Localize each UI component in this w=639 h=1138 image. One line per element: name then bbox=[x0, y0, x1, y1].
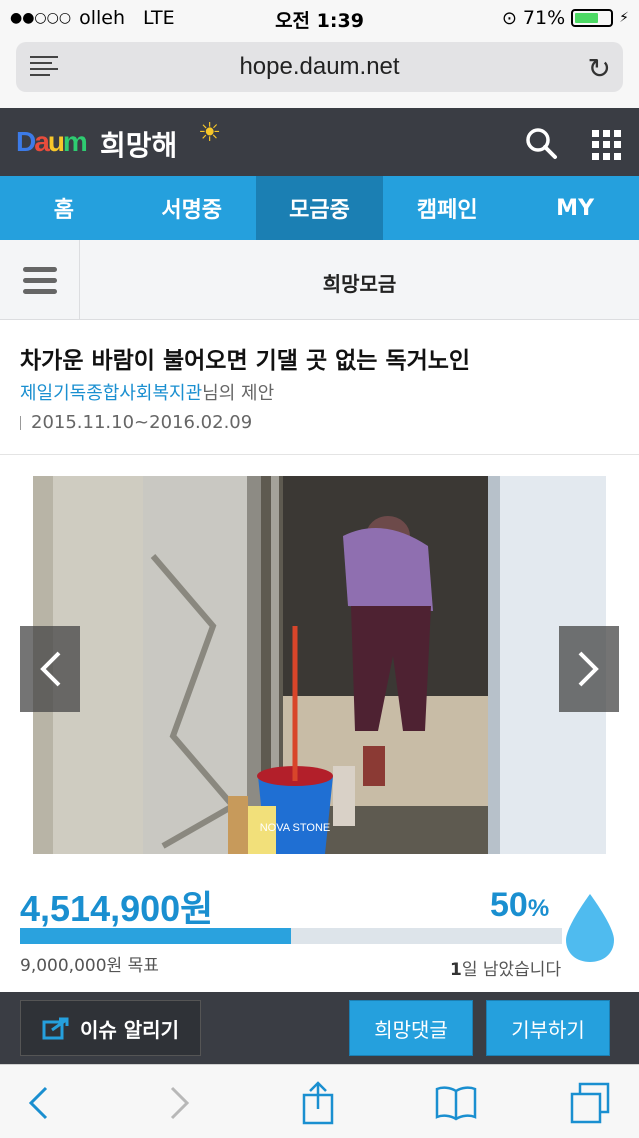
share-sheet-icon bbox=[302, 1081, 334, 1125]
rotation-lock-icon: ⊙ bbox=[501, 7, 517, 29]
tab-home[interactable]: 홈 bbox=[0, 176, 128, 240]
action-bar: 이슈 알리기 희망댓글 기부하기 bbox=[0, 992, 639, 1064]
battery-icon bbox=[571, 9, 614, 27]
browser-address-area: hope.daum.net ↻ bbox=[0, 36, 639, 108]
tabs-button[interactable] bbox=[566, 1079, 614, 1127]
forward-arrow-icon bbox=[170, 1086, 190, 1120]
campaign-photo[interactable]: NOVA STONE bbox=[33, 476, 606, 854]
apps-grid-icon[interactable] bbox=[592, 130, 622, 160]
tabs-icon bbox=[570, 1082, 610, 1124]
percent-sign: % bbox=[527, 895, 550, 922]
status-right: ⊙ 71% ⚡ bbox=[502, 7, 629, 29]
campaign-info: 차가운 바람이 불어오면 기댈 곳 없는 독거노인 제일기독종합사회복지관님의 … bbox=[0, 321, 639, 455]
tab-my[interactable]: MY bbox=[511, 176, 639, 240]
tab-signing[interactable]: 서명중 bbox=[128, 176, 256, 240]
funding-goal: 9,000,000원 목표 bbox=[20, 956, 159, 976]
share-icon bbox=[42, 1017, 69, 1040]
share-label: 이슈 알리기 bbox=[80, 1017, 179, 1042]
back-arrow-icon bbox=[28, 1086, 48, 1120]
daum-logo[interactable]: Daum bbox=[16, 126, 88, 158]
back-button[interactable] bbox=[14, 1079, 62, 1127]
charging-icon: ⚡ bbox=[619, 10, 629, 26]
campaign-period: 2015.11.10~2016.02.09 bbox=[20, 412, 252, 433]
photo-illustration: NOVA STONE bbox=[33, 476, 606, 854]
chevron-right-icon bbox=[578, 651, 599, 687]
funding-progress-bar bbox=[20, 928, 562, 944]
photo-next-button[interactable] bbox=[559, 626, 619, 712]
main-nav: 홈 서명중 모금중 캠페인 MY bbox=[0, 176, 639, 240]
organization-link[interactable]: 제일기독종합사회복지관 bbox=[20, 383, 202, 404]
hamburger-menu-icon[interactable] bbox=[0, 240, 80, 320]
sub-header: 희망모금 bbox=[0, 240, 639, 320]
chevron-left-icon bbox=[40, 651, 61, 687]
days-suffix: 일 남았습니다 bbox=[461, 960, 562, 980]
address-bar[interactable]: hope.daum.net ↻ bbox=[16, 42, 623, 92]
section-title: 희망모금 bbox=[322, 272, 397, 296]
proposer-suffix: 님의 제안 bbox=[202, 383, 275, 404]
status-bar: ●●○○○ olleh LTE 오전 1:39 ⊙ 71% ⚡ bbox=[0, 0, 639, 36]
donate-button[interactable]: 기부하기 bbox=[486, 1000, 610, 1056]
campaign-title: 차가운 바람이 불어오면 기댈 곳 없는 독거노인 bbox=[20, 348, 471, 374]
funding-percent: 50% bbox=[490, 886, 549, 925]
book-icon bbox=[435, 1086, 477, 1121]
site-header: Daum 희망해 ☀ bbox=[0, 108, 639, 176]
battery-percent: 71% bbox=[522, 7, 566, 29]
water-drop-icon bbox=[566, 894, 614, 962]
period-divider bbox=[20, 415, 21, 430]
share-issue-button[interactable]: 이슈 알리기 bbox=[20, 1000, 201, 1056]
days-number: 1 bbox=[450, 960, 462, 980]
progress-fill bbox=[20, 928, 291, 944]
photo-prev-button[interactable] bbox=[20, 626, 80, 712]
percent-number: 50 bbox=[490, 886, 528, 924]
campaign-proposer: 제일기독종합사회복지관님의 제안 bbox=[20, 379, 274, 405]
url-text[interactable]: hope.daum.net bbox=[16, 53, 623, 81]
period-text: 2015.11.10~2016.02.09 bbox=[31, 412, 253, 433]
svg-text:NOVA STONE: NOVA STONE bbox=[260, 822, 331, 834]
days-remaining: 1일 남았습니다 bbox=[450, 955, 561, 980]
search-icon[interactable] bbox=[524, 126, 558, 160]
raised-amount: 4,514,900원 bbox=[20, 888, 214, 929]
hope-comment-button[interactable]: 희망댓글 bbox=[349, 1000, 473, 1056]
bookmarks-button[interactable] bbox=[432, 1079, 480, 1127]
tab-campaign[interactable]: 캠페인 bbox=[383, 176, 511, 240]
brand-title[interactable]: 희망해 bbox=[100, 124, 177, 164]
sun-icon: ☀ bbox=[198, 118, 222, 148]
tab-fundraising[interactable]: 모금중 bbox=[255, 176, 384, 240]
forward-button[interactable] bbox=[156, 1079, 204, 1127]
reload-icon[interactable]: ↻ bbox=[588, 52, 611, 85]
share-sheet-button[interactable] bbox=[294, 1079, 342, 1127]
browser-toolbar bbox=[0, 1064, 639, 1138]
